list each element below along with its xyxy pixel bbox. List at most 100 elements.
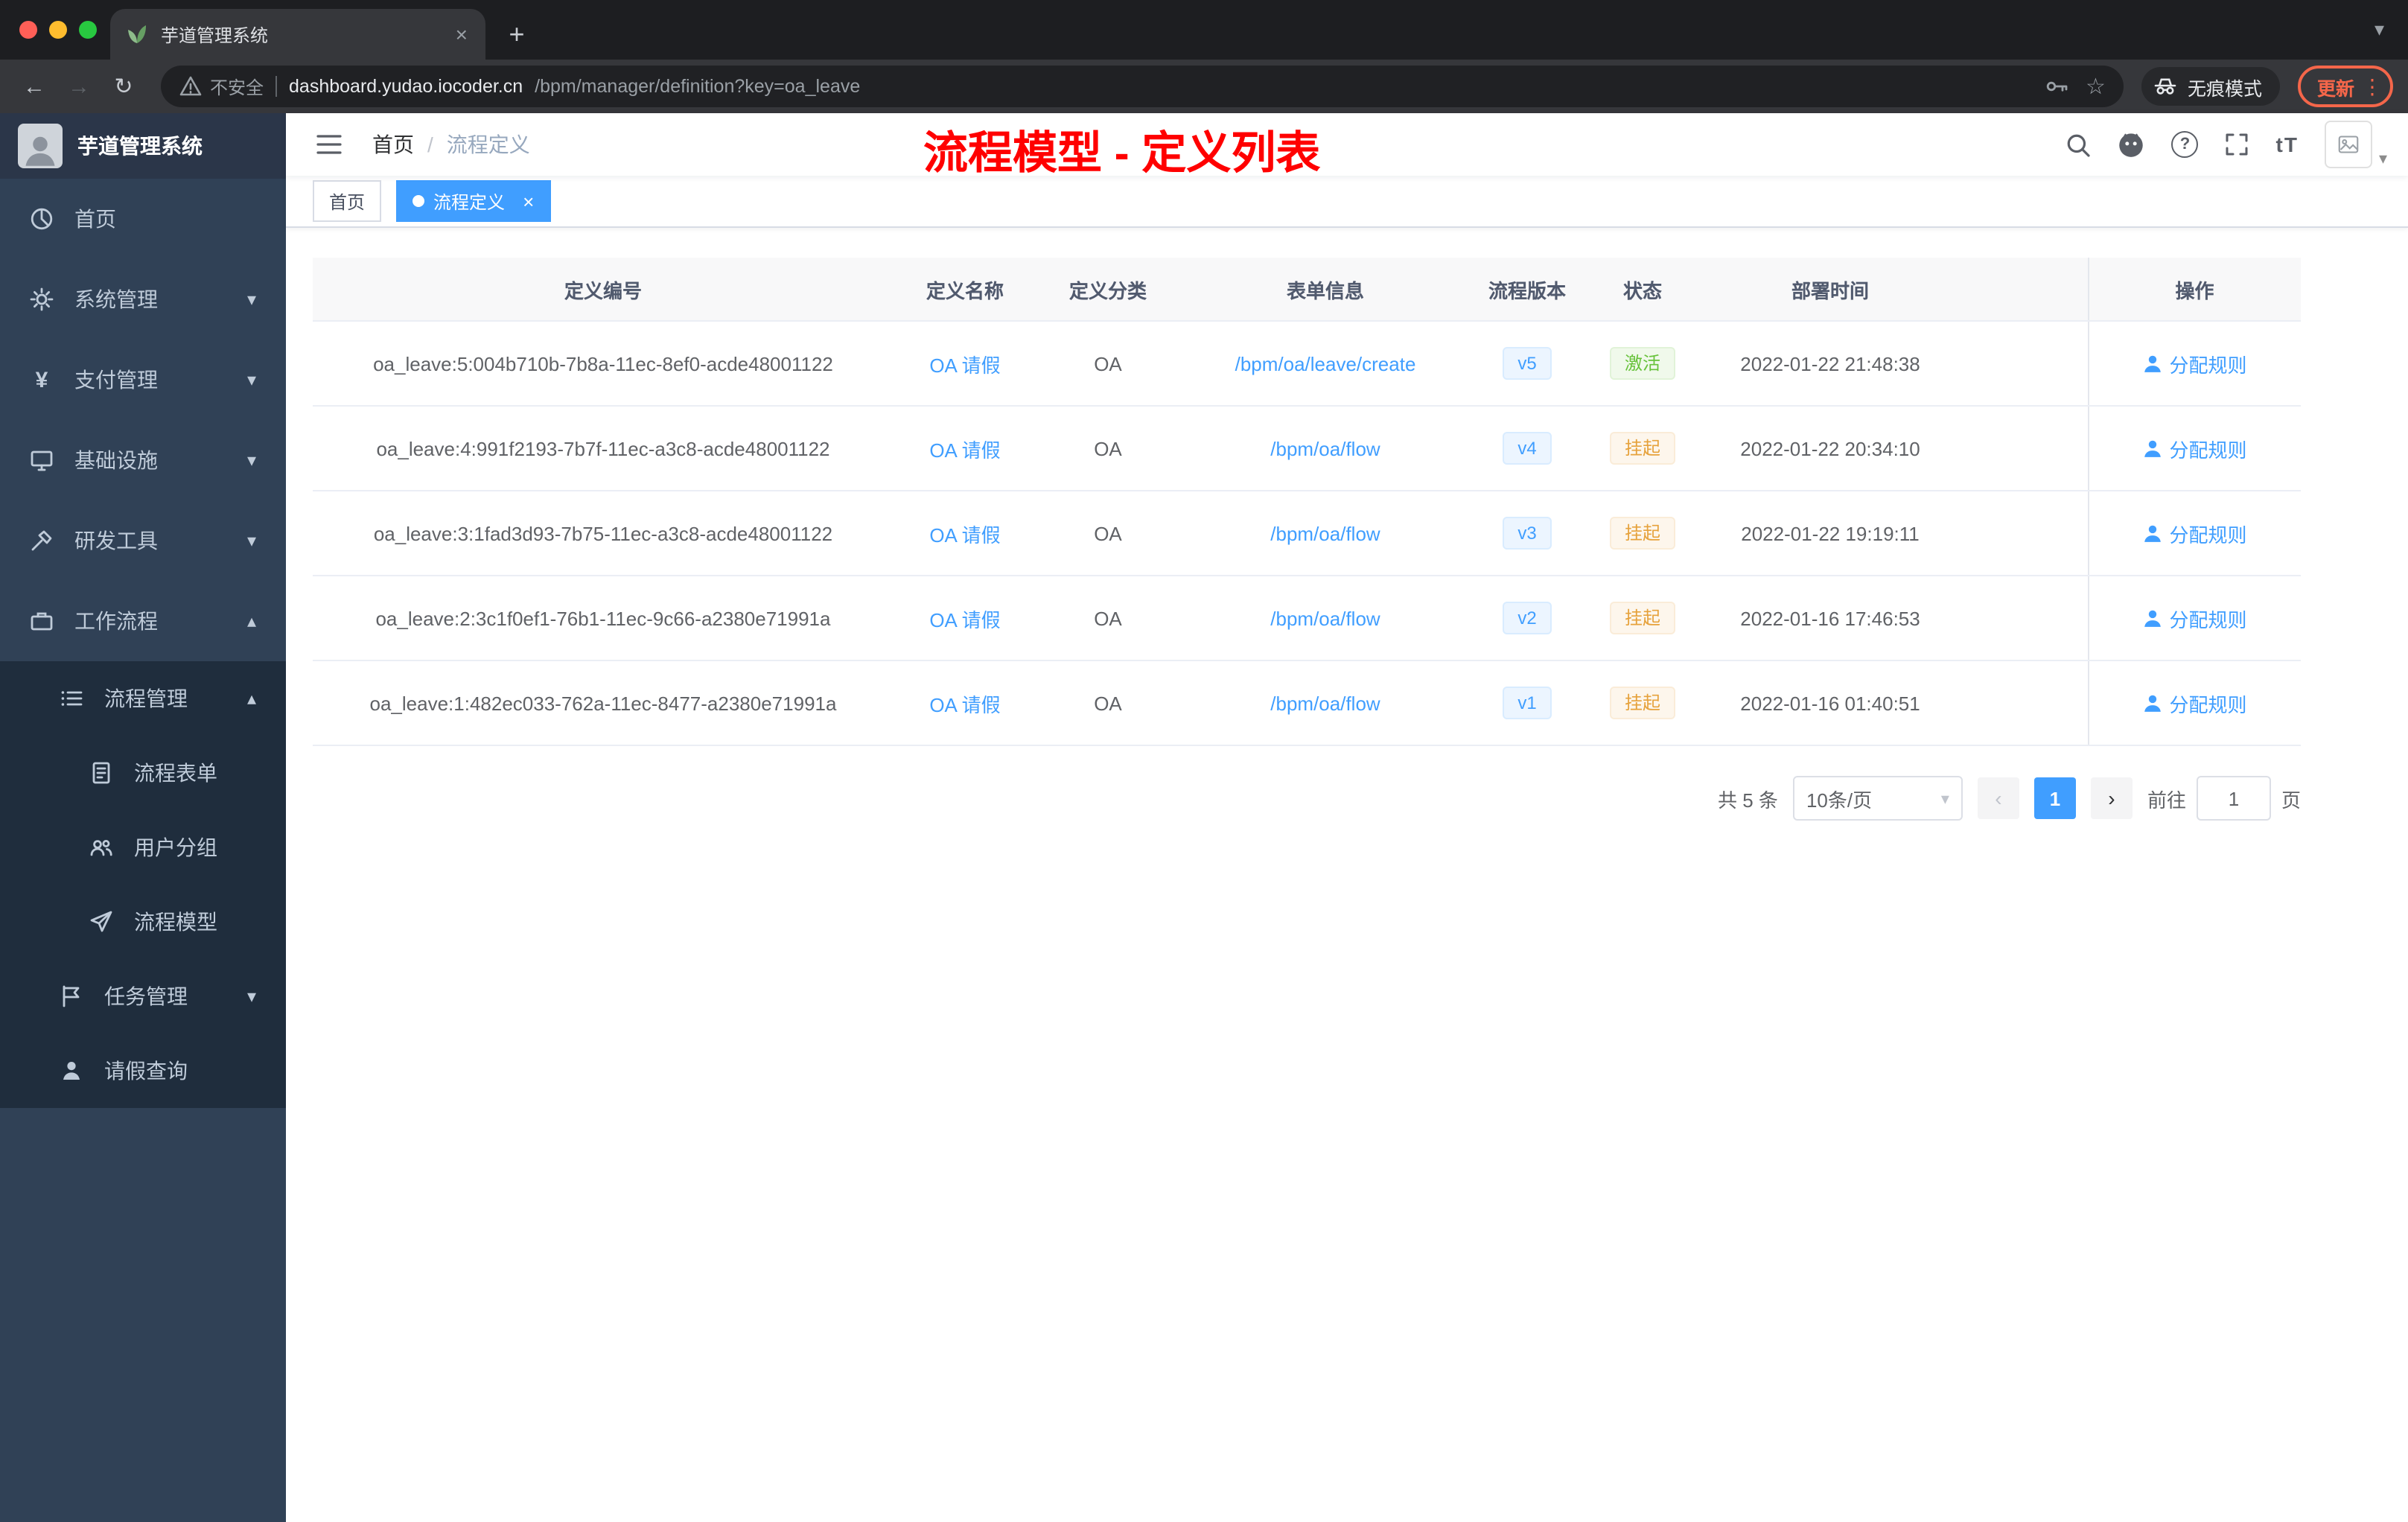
table-row: oa_leave:2:3c1f0ef1-76b1-11ec-9c66-a2380…	[313, 576, 2301, 661]
tab-close-icon[interactable]: ×	[453, 22, 471, 46]
status-badge: 挂起	[1609, 687, 1675, 719]
sidebar-item-home[interactable]: 首页	[0, 179, 286, 259]
chevron-up-icon: ▴	[246, 611, 256, 631]
sidebar-item-label: 请假查询	[104, 1059, 188, 1083]
fullscreen-icon[interactable]	[2226, 133, 2249, 156]
tab-search-icon[interactable]: ▾	[2374, 18, 2384, 42]
tag-process-definition[interactable]: 流程定义 ×	[396, 180, 551, 222]
deploy-time: 2022-01-22 20:34:10	[1702, 406, 1958, 491]
user-menu[interactable]: ▾	[2325, 121, 2387, 168]
browser-menu-icon[interactable]: ⋮	[2362, 74, 2383, 99]
briefcase-icon	[31, 612, 53, 631]
sidebar: 芋道管理系统 首页 系统管理 ▾ ¥ 支付管理 ▾ 基础设施 ▾ 研发工具 ▾ …	[0, 113, 286, 1522]
github-icon[interactable]	[2118, 131, 2145, 158]
assign-rule-link[interactable]: 分配规则	[2142, 349, 2247, 378]
sidebar-item-payment[interactable]: ¥ 支付管理 ▾	[0, 340, 286, 420]
new-tab-button[interactable]: +	[497, 15, 536, 54]
col-action: 操作	[2087, 258, 2301, 322]
sidebar-item-process-management[interactable]: 流程管理 ▴	[0, 661, 286, 736]
browser-tab[interactable]: 芋道管理系统 ×	[110, 9, 485, 60]
user-icon	[63, 1062, 80, 1080]
assign-rule-link[interactable]: 分配规则	[2142, 604, 2247, 632]
incognito-icon	[2154, 78, 2176, 95]
tag-label: 首页	[329, 191, 366, 212]
tag-close-icon[interactable]: ×	[523, 190, 534, 212]
sidebar-item-workflow[interactable]: 工作流程 ▴	[0, 581, 286, 661]
status-badge: 激活	[1609, 347, 1675, 380]
sidebar-item-user-group[interactable]: 用户分组	[0, 810, 286, 885]
breadcrumb-home[interactable]: 首页	[372, 130, 414, 159]
user-group-icon	[90, 840, 112, 856]
version-tag: v2	[1503, 602, 1552, 634]
form-link[interactable]: /bpm/oa/leave/create	[1235, 352, 1416, 375]
chevron-down-icon: ▾	[246, 530, 256, 551]
version-tag: v4	[1503, 432, 1552, 465]
assign-rule-label: 分配规则	[2169, 693, 2247, 716]
prev-page-button[interactable]: ‹	[1977, 777, 2019, 819]
definition-name-link[interactable]: OA 请假	[929, 523, 1000, 546]
version-tag: v3	[1503, 517, 1552, 550]
minimize-window-button[interactable]	[49, 21, 67, 39]
logo-avatar	[18, 124, 63, 168]
sidebar-item-devtools[interactable]: 研发工具 ▾	[0, 500, 286, 581]
assign-rule-link[interactable]: 分配规则	[2142, 434, 2247, 462]
form-link[interactable]: /bpm/oa/flow	[1270, 522, 1380, 544]
close-window-button[interactable]	[19, 21, 37, 39]
address-bar[interactable]: 不安全 dashboard.yudao.iocoder.cn /bpm/mana…	[161, 66, 2124, 107]
pagination: 共 5 条 10条/页 ▾ ‹ 1 › 前往 页	[313, 776, 2301, 821]
sidebar-item-system[interactable]: 系统管理 ▾	[0, 259, 286, 340]
table-row: oa_leave:3:1fad3d93-7b75-11ec-a3c8-acde4…	[313, 491, 2301, 576]
col-version: 流程版本	[1471, 258, 1583, 322]
page-size-select[interactable]: 10条/页 ▾	[1792, 776, 1963, 821]
sidebar-item-label: 支付管理	[74, 368, 158, 392]
user-icon	[2144, 439, 2161, 456]
user-icon	[2144, 694, 2161, 711]
sidebar-item-leave-query[interactable]: 请假查询	[0, 1034, 286, 1108]
assign-rule-link[interactable]: 分配规则	[2142, 689, 2247, 717]
bookmark-star-icon[interactable]: ☆	[2086, 73, 2106, 100]
sidebar-item-infrastructure[interactable]: 基础设施 ▾	[0, 420, 286, 500]
goto-page-input[interactable]	[2196, 776, 2271, 821]
definition-name-link[interactable]: OA 请假	[929, 693, 1000, 716]
reload-button[interactable]: ↻	[104, 67, 143, 106]
sidebar-item-label: 流程表单	[134, 761, 217, 785]
definition-name-link[interactable]: OA 请假	[929, 439, 1000, 461]
update-button[interactable]: 更新 ⋮	[2297, 66, 2393, 107]
not-secure-chip[interactable]: 不安全	[179, 74, 264, 99]
paper-plane-icon	[90, 911, 112, 932]
search-icon[interactable]	[2066, 132, 2092, 157]
sidebar-item-process-model[interactable]: 流程模型	[0, 885, 286, 959]
definition-name-link[interactable]: OA 请假	[929, 354, 1000, 376]
maximize-window-button[interactable]	[79, 21, 97, 39]
form-link[interactable]: /bpm/oa/flow	[1270, 692, 1380, 714]
sidebar-item-process-form[interactable]: 流程表单	[0, 736, 286, 810]
browser-window: 芋道管理系统 × + ▾ ← → ↻ 不安全 dashboard.yudao.i…	[0, 0, 2408, 1522]
font-size-icon[interactable]: tT	[2276, 133, 2299, 156]
form-link[interactable]: /bpm/oa/flow	[1270, 437, 1380, 459]
password-key-icon[interactable]	[2044, 74, 2068, 98]
sidebar-item-label: 系统管理	[74, 287, 158, 311]
help-icon[interactable]: ?	[2171, 131, 2199, 158]
sidebar-item-task-management[interactable]: 任务管理 ▾	[0, 959, 286, 1034]
next-page-button[interactable]: ›	[2090, 777, 2133, 819]
form-link[interactable]: /bpm/oa/flow	[1270, 607, 1380, 629]
sidebar-item-label: 基础设施	[74, 448, 158, 472]
tools-icon	[31, 530, 52, 551]
deploy-time: 2022-01-22 21:48:38	[1702, 321, 1958, 407]
tag-home[interactable]: 首页	[313, 180, 382, 222]
definition-name-link[interactable]: OA 请假	[929, 608, 1000, 631]
table-row: oa_leave:5:004b710b-7b8a-11ec-8ef0-acde4…	[313, 321, 2301, 407]
filler-cell	[1958, 660, 2088, 746]
breadcrumb: 首页 / 流程定义	[372, 130, 530, 159]
table-row: oa_leave:4:991f2193-7b7f-11ec-a3c8-acde4…	[313, 406, 2301, 491]
forward-button[interactable]: →	[60, 67, 98, 106]
sidebar-title: 芋道管理系统	[77, 134, 203, 158]
back-button[interactable]: ←	[15, 67, 54, 106]
avatar[interactable]	[2325, 121, 2373, 168]
breadcrumb-current: 流程定义	[446, 133, 530, 156]
active-dot	[413, 195, 425, 207]
chevron-down-icon: ▾	[2378, 150, 2387, 168]
assign-rule-link[interactable]: 分配规则	[2142, 519, 2247, 547]
sidebar-collapse-icon[interactable]	[307, 133, 351, 156]
page-number-1[interactable]: 1	[2033, 777, 2076, 819]
